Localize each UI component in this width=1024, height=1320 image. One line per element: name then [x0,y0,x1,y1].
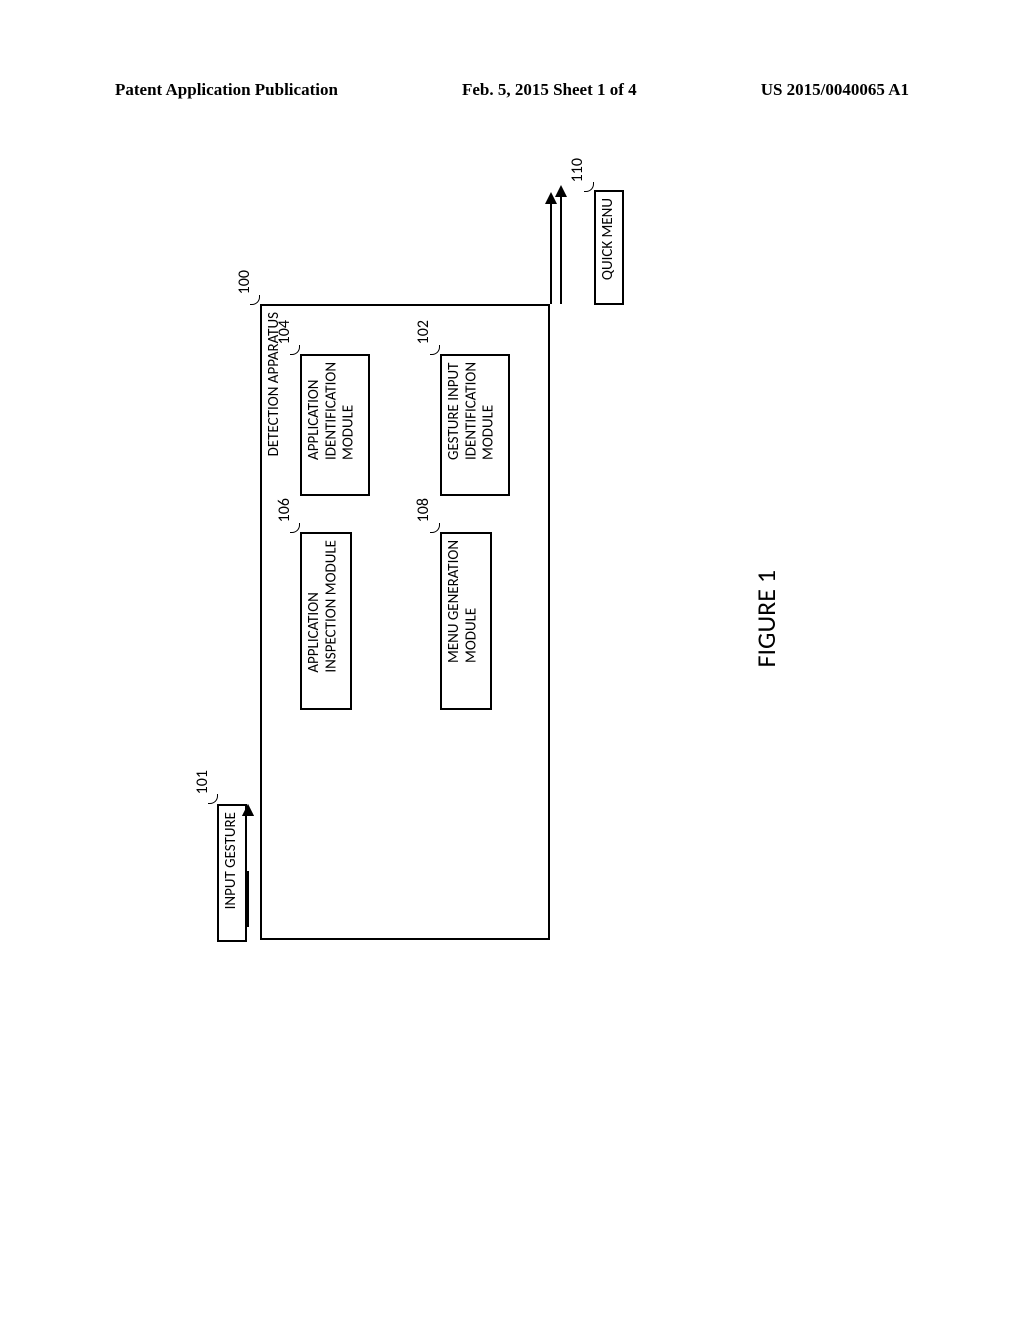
ref-110: 110 [568,158,587,182]
arrow-input-to-detection [247,871,249,927]
gesture-input-box: GESTURE INPUT IDENTIFICATION MODULE [440,354,510,496]
leader-100 [250,295,260,305]
gesture-input-label: GESTURE INPUT IDENTIFICATION MODULE [446,362,498,460]
header-center: Feb. 5, 2015 Sheet 1 of 4 [462,80,637,100]
quick-menu-box: QUICK MENU [594,190,624,305]
figure-caption: FIGURE 1 [750,570,782,667]
diagram: INPUT GESTURE 101 DETECTION APPARATUS 10… [0,170,1024,1170]
menu-generation-box: MENU GENERATION MODULE [440,532,492,710]
app-inspection-label: APPLICATION INSPECTION MODULE [306,540,341,673]
app-identification-box: APPLICATION IDENTIFICATION MODULE [300,354,370,496]
leader-110 [584,182,594,192]
menu-generation-label: MENU GENERATION MODULE [446,540,481,663]
arrowhead-up-1 [242,804,254,816]
input-gesture-box: INPUT GESTURE [217,804,247,942]
header-left: Patent Application Publication [115,80,338,100]
arrowhead-up-quick [555,185,567,197]
ref-104: 104 [275,320,294,344]
quick-menu-label: QUICK MENU [600,198,617,280]
app-identification-label: APPLICATION IDENTIFICATION MODULE [306,362,358,460]
ref-101: 101 [193,770,212,794]
ref-106: 106 [275,498,294,522]
header-right: US 2015/0040065 A1 [761,80,909,100]
ref-100: 100 [235,270,254,294]
ref-102: 102 [414,320,433,344]
arrow-detection-to-quick [550,200,552,304]
arrow-detection-to-quick-v [560,192,562,304]
leader-101 [208,794,218,804]
app-inspection-box: APPLICATION INSPECTION MODULE [300,532,352,710]
input-gesture-label: INPUT GESTURE [223,812,240,909]
ref-108: 108 [414,498,433,522]
page-header: Patent Application Publication Feb. 5, 2… [115,80,909,100]
